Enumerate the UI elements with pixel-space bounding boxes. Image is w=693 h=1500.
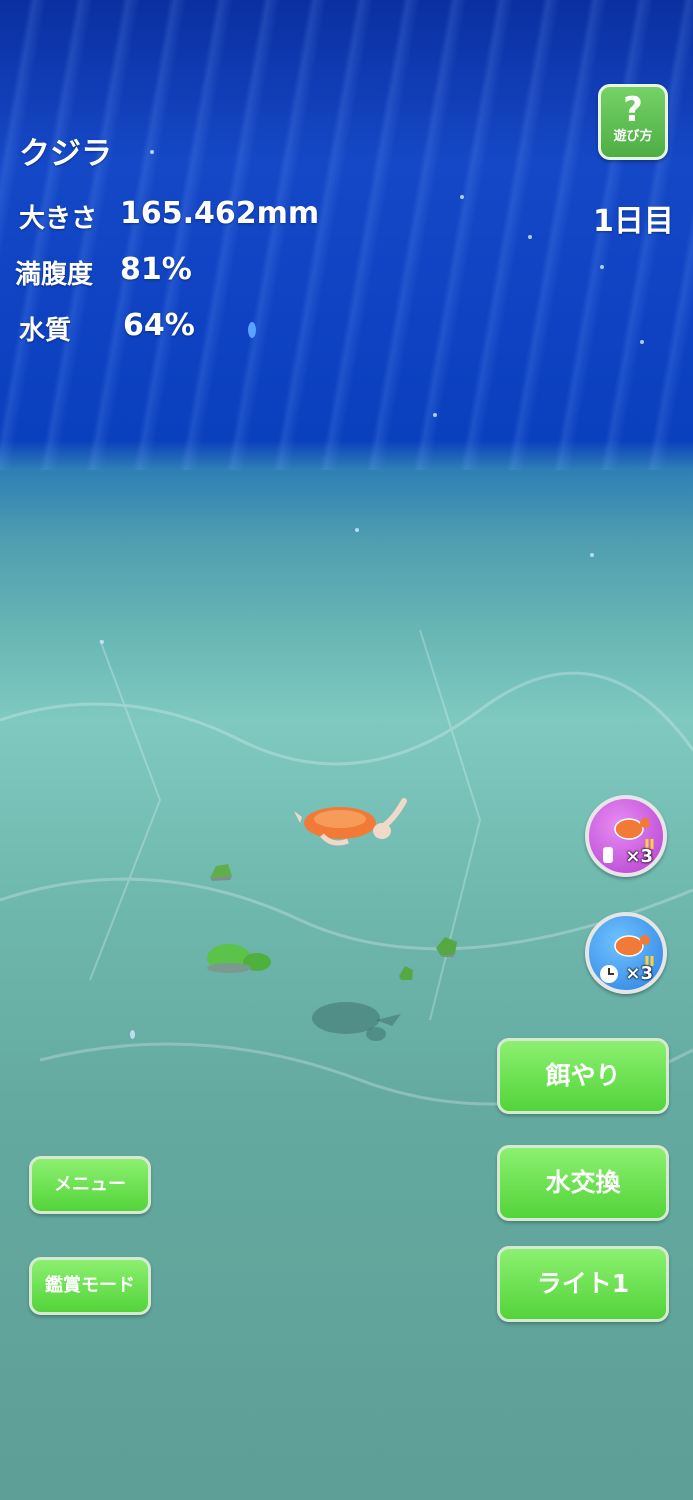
size-value: 165.462mm: [120, 196, 320, 231]
particle: [355, 528, 359, 532]
tap-boost-multiplier: ×3: [625, 846, 653, 867]
water-quality-label: 水質: [19, 316, 72, 346]
day-counter: 1日目: [593, 204, 674, 239]
moss-rock: [436, 937, 457, 957]
water-change-button[interactable]: 水交換: [497, 1145, 669, 1221]
particle: [460, 195, 464, 199]
moss-rock: [210, 864, 232, 881]
light-button[interactable]: ライト1: [497, 1246, 669, 1322]
how-to-play-label: 遊び方: [613, 129, 653, 144]
particle: [248, 322, 256, 338]
tap-boost-button[interactable]: ×3: [585, 795, 667, 877]
fullness-value: 81%: [120, 252, 192, 287]
particle: [600, 265, 604, 269]
particle: [150, 150, 154, 154]
particle: [433, 413, 437, 417]
particle: [590, 553, 594, 557]
sea-turtle: [294, 798, 407, 846]
question-icon: ?: [623, 90, 643, 130]
moss-rock: [399, 966, 413, 980]
particle: [100, 640, 104, 644]
time-boost-multiplier: ×3: [625, 963, 653, 984]
turtle-shadow: [312, 1002, 401, 1041]
feed-button[interactable]: 餌やり: [497, 1038, 669, 1114]
creature-name: クジラ: [19, 136, 112, 172]
size-label: 大きさ: [19, 204, 98, 234]
particle: [528, 235, 532, 239]
menu-button[interactable]: メニュー: [29, 1156, 151, 1214]
particle: [640, 340, 644, 344]
water-quality-value: 64%: [123, 308, 195, 343]
moss-rock: [207, 944, 271, 973]
how-to-play-button[interactable]: ? 遊び方: [598, 84, 668, 160]
time-boost-button[interactable]: ×3: [585, 912, 667, 994]
viewing-mode-button[interactable]: 鑑賞モード: [29, 1257, 151, 1315]
light-rays: [0, 0, 693, 470]
particle: [130, 1030, 135, 1039]
fullness-label: 満腹度: [15, 260, 94, 290]
